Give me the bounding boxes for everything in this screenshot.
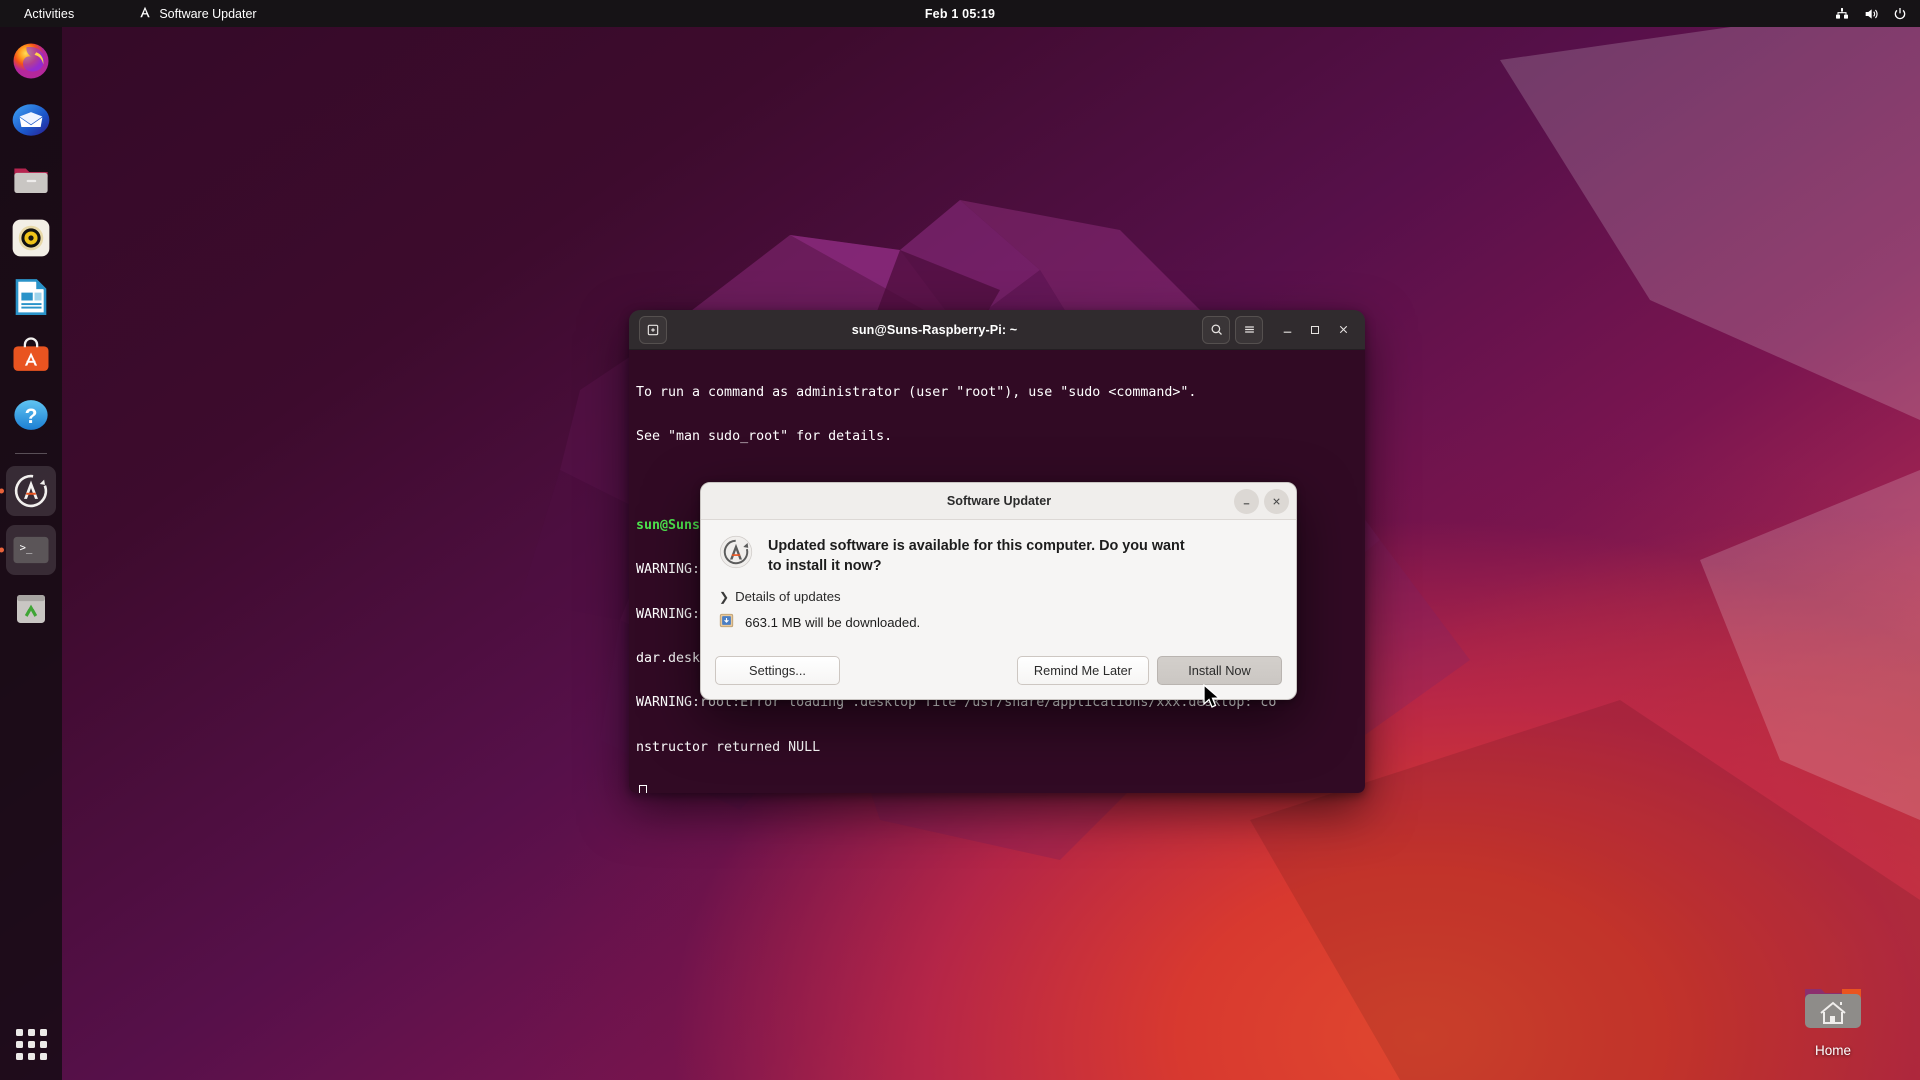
dock-item-ubuntu-software[interactable] [6, 331, 56, 381]
firefox-icon [10, 40, 52, 82]
dock-item-rhythmbox[interactable] [6, 213, 56, 263]
network-icon [1834, 6, 1850, 22]
help-icon: ? [10, 394, 52, 436]
app-menu-button[interactable]: Software Updater [130, 3, 264, 24]
hamburger-menu-icon[interactable] [1235, 315, 1263, 344]
svg-text:>_: >_ [20, 542, 33, 554]
grid-dot [27, 1052, 35, 1060]
download-size-text: 663.1 MB will be downloaded. [745, 614, 921, 630]
show-applications-button[interactable] [9, 1022, 53, 1066]
dock-item-firefox[interactable] [6, 36, 56, 86]
home-icon-label: Home [1814, 1043, 1851, 1058]
ubuntu-software-icon [10, 335, 52, 377]
rhythmbox-icon [10, 217, 52, 259]
dock: ? >_ [0, 27, 62, 1080]
activities-button[interactable]: Activities [16, 5, 82, 23]
dock-item-help[interactable]: ? [6, 390, 56, 440]
grid-dot [39, 1040, 47, 1048]
software-updater-dialog[interactable]: Software Updater Updated software is ava… [700, 482, 1297, 700]
settings-button[interactable]: Settings... [715, 656, 840, 685]
dock-item-trash[interactable] [6, 584, 56, 634]
dock-item-software-updater[interactable] [6, 466, 56, 516]
chevron-right-icon: ❯ [719, 589, 730, 604]
dialog-body: Updated software is available for this c… [701, 520, 1296, 631]
dialog-headline: Updated software is available for this c… [768, 538, 1185, 574]
package-download-icon [719, 613, 734, 631]
search-icon[interactable] [1202, 315, 1230, 344]
activities-label: Activities [24, 6, 75, 21]
dialog-header: Updated software is available for this c… [718, 534, 1279, 576]
terminal-titlebar[interactable]: sun@Suns-Raspberry-Pi: ~ [629, 310, 1365, 350]
terminal-cursor-line [633, 785, 1365, 793]
ubuntu-software-updater-icon [138, 5, 152, 22]
home-folder-icon [1802, 983, 1864, 1038]
software-updater-icon [718, 534, 754, 575]
files-folder-icon [10, 158, 52, 200]
software-updater-icon [10, 470, 52, 512]
thunderbird-icon [10, 99, 52, 141]
download-size-row: 663.1 MB will be downloaded. [719, 613, 1279, 631]
dock-item-files[interactable] [6, 154, 56, 204]
grid-dot [15, 1052, 23, 1060]
mouse-cursor [1203, 683, 1223, 717]
dialog-minimize-button[interactable] [1234, 488, 1259, 514]
grid-dot [39, 1052, 47, 1060]
dock-separator [15, 453, 47, 454]
new-tab-button[interactable] [639, 315, 667, 344]
maximize-button[interactable] [1301, 316, 1329, 344]
grid-dot [27, 1028, 35, 1036]
grid-dot [15, 1028, 23, 1036]
grid-dot [39, 1028, 47, 1036]
minimize-button[interactable] [1273, 316, 1301, 344]
clock-label: Feb 1 05:19 [924, 6, 996, 21]
remind-me-later-button[interactable]: Remind Me Later [1016, 656, 1149, 685]
libreoffice-writer-icon [10, 276, 52, 318]
terminal-line: nstructor returned NULL [636, 739, 821, 755]
dock-item-libreoffice-writer[interactable] [6, 272, 56, 322]
top-bar: Activities Software Updater Feb 1 05:19 [0, 0, 1920, 27]
svg-text:?: ? [25, 405, 38, 428]
dock-item-terminal[interactable]: >_ [6, 525, 56, 575]
trash-icon [10, 588, 52, 630]
terminal-title: sun@Suns-Raspberry-Pi: ~ [851, 322, 1018, 337]
dock-item-thunderbird[interactable] [6, 95, 56, 145]
dialog-close-button[interactable] [1264, 488, 1289, 514]
terminal-icon: >_ [10, 529, 52, 571]
install-now-button[interactable]: Install Now [1157, 656, 1282, 685]
grid-dot [15, 1040, 23, 1048]
details-of-updates-label: Details of updates [735, 589, 841, 604]
desktop-icon-home[interactable]: Home [1778, 983, 1888, 1058]
system-menu-button[interactable] [1834, 6, 1908, 22]
details-of-updates-expander[interactable]: ❯ Details of updates [719, 589, 1279, 604]
app-menu-label: Software Updater [159, 6, 257, 21]
terminal-line: See "man sudo_root" for details. [636, 428, 893, 444]
terminal-line: To run a command as administrator (user … [636, 384, 1197, 400]
dialog-title: Software Updater [946, 494, 1052, 508]
terminal-cursor [639, 785, 647, 793]
clock-button[interactable]: Feb 1 05:19 [925, 7, 995, 21]
close-button[interactable] [1329, 316, 1357, 344]
volume-icon [1863, 6, 1879, 22]
grid-dot [27, 1040, 35, 1048]
power-icon [1892, 6, 1908, 22]
dialog-titlebar[interactable]: Software Updater [701, 483, 1296, 520]
